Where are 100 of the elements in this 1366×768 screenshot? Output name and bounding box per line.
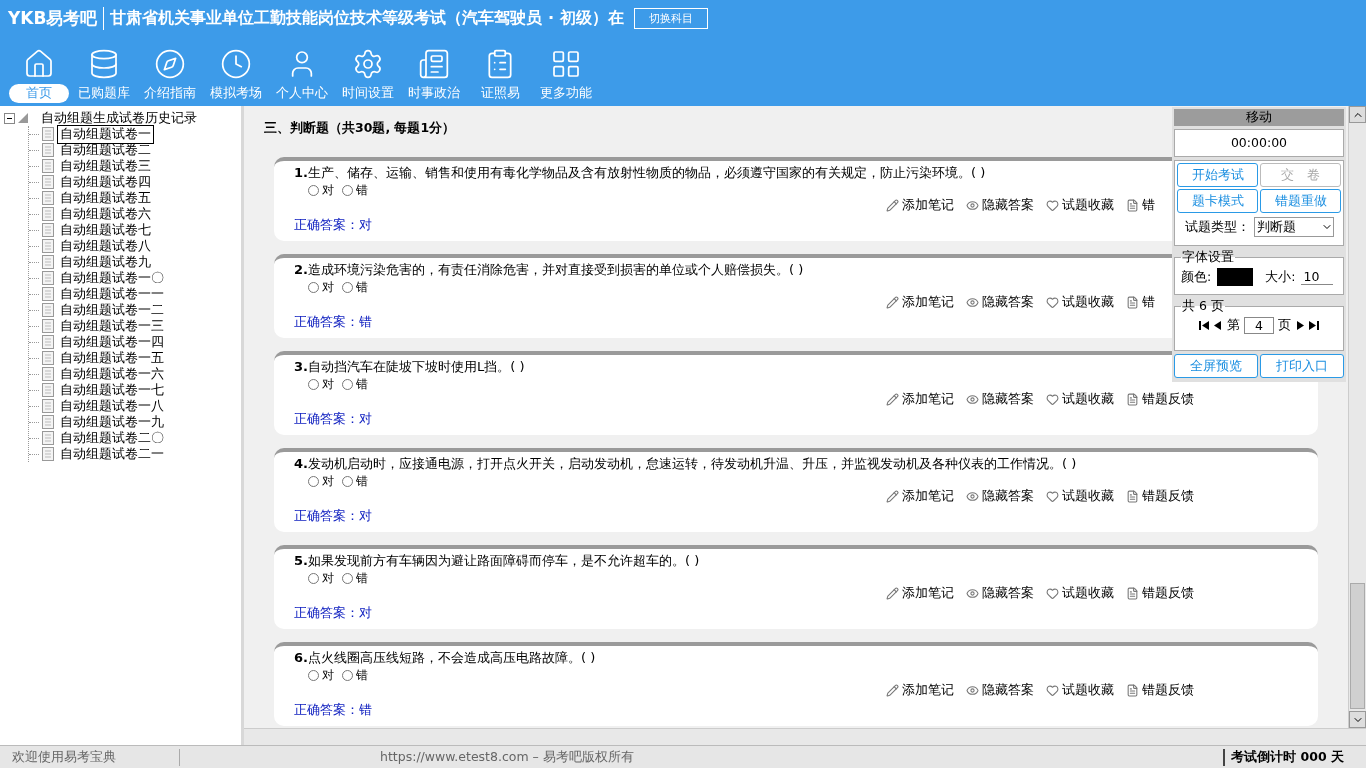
action-link[interactable]: 试题收藏 [1046, 391, 1114, 408]
document-icon [42, 271, 54, 285]
action-link[interactable]: 试题收藏 [1046, 294, 1114, 311]
action-link[interactable]: 隐藏答案 [966, 682, 1034, 699]
pencil-icon [886, 199, 899, 212]
option-label: 错 [356, 279, 368, 296]
document-icon [42, 159, 54, 173]
compass-icon [154, 48, 186, 80]
action-link[interactable]: 添加笔记 [886, 391, 954, 408]
action-link[interactable]: 隐藏答案 [966, 391, 1034, 408]
action-link[interactable]: 添加笔记 [886, 682, 954, 699]
action-link[interactable]: 添加笔记 [886, 585, 954, 602]
scroll-up-button[interactable] [1349, 106, 1366, 123]
group-title: 字体设置 [1181, 249, 1235, 266]
document-icon [42, 239, 54, 253]
collapse-toggle-icon[interactable] [4, 112, 15, 124]
pencil-icon [886, 490, 899, 503]
action-link[interactable]: 添加笔记 [886, 294, 954, 311]
panel-button[interactable]: 开始考试 [1177, 163, 1258, 187]
document-icon [1126, 587, 1139, 600]
pencil-icon [886, 587, 899, 600]
clock-icon [220, 48, 252, 80]
question-text: 1.生产、储存、运输、销售和使用有毒化学物品及含有放射性物质的物品，必须遵守国家的有关规定，防止污染环境。( ) [294, 164, 986, 182]
action-link[interactable]: 错题反馈 [1126, 391, 1194, 408]
first-page-icon[interactable] [1199, 321, 1209, 330]
radio-button[interactable] [342, 185, 353, 196]
radio-button[interactable] [308, 379, 319, 390]
radio-button[interactable] [308, 185, 319, 196]
action-link[interactable]: 错题反馈 [1126, 682, 1194, 699]
action-link[interactable]: 错题反馈 [1126, 488, 1194, 505]
previous-page-icon[interactable] [1213, 321, 1223, 330]
page-prefix: 第 [1227, 317, 1240, 334]
action-link[interactable]: 试题收藏 [1046, 585, 1114, 602]
option-label: 错 [356, 182, 368, 199]
action-link[interactable]: 隐藏答案 [966, 294, 1034, 311]
settings-icon [352, 48, 384, 80]
color-swatch[interactable] [1217, 268, 1254, 286]
radio-button[interactable] [342, 379, 353, 390]
document-icon [42, 303, 54, 317]
action-link[interactable]: 隐藏答案 [966, 585, 1034, 602]
type-dropdown[interactable]: 判断题 [1253, 217, 1334, 237]
horizontal-scrollbar[interactable] [244, 728, 1366, 745]
panel-button[interactable]: 全屏预览 [1174, 354, 1258, 378]
action-link[interactable]: 添加笔记 [886, 488, 954, 505]
next-page-icon[interactable] [1295, 321, 1305, 330]
pencil-icon [886, 684, 899, 697]
correct-answer: 正确答案：错 [294, 701, 372, 719]
action-link[interactable]: 隐藏答案 [966, 488, 1034, 505]
eye-icon [966, 393, 979, 406]
option-label: 错 [356, 376, 368, 393]
option-label: 对 [322, 279, 334, 296]
document-icon [1126, 296, 1139, 309]
radio-button[interactable] [308, 573, 319, 584]
heart-icon [1046, 587, 1059, 600]
eye-icon [966, 199, 979, 212]
document-icon [42, 367, 54, 381]
heart-icon [1046, 393, 1059, 406]
action-link[interactable]: 添加笔记 [886, 197, 954, 214]
action-link[interactable]: 试题收藏 [1046, 197, 1114, 214]
radio-button[interactable] [342, 476, 353, 487]
last-page-icon[interactable] [1309, 321, 1319, 330]
tree-root-label[interactable]: 自动组题生成试卷历史记录 [41, 109, 197, 127]
size-field[interactable]: 10 [1301, 269, 1334, 285]
action-link[interactable]: 错 [1126, 294, 1155, 311]
option-label: 对 [322, 667, 334, 684]
question-text: 6.点火线圈高压线短路，不会造成高压电路故障。( ) [294, 649, 596, 667]
radio-button[interactable] [342, 670, 353, 681]
tree-item[interactable]: 自动组题试卷一 [57, 124, 154, 144]
logo: YKB易考吧 [8, 6, 105, 30]
question-text: 4.发动机启动时，应接通电源，打开点火开关，启动发动机，怠速运转，待发动机升温、升压，并监视发动机及各种仪表的工作情况。( ) [294, 455, 1077, 473]
question-text: 3.自动挡汽车在陡坡下坡时使用L挡。( ) [294, 358, 525, 376]
radio-button[interactable] [308, 476, 319, 487]
option-label: 对 [322, 473, 334, 490]
scroll-thumb[interactable] [1350, 583, 1365, 709]
page-field[interactable]: 4 [1244, 317, 1274, 334]
action-link[interactable]: 试题收藏 [1046, 488, 1114, 505]
question-text: 5.如果发现前方有车辆因为避让路面障碍而停车，是不允许超车的。( ) [294, 552, 700, 570]
radio-button[interactable] [342, 573, 353, 584]
radio-button[interactable] [342, 282, 353, 293]
question-text: 2.造成环境污染危害的，有责任消除危害，并对直接受到损害的单位或个人赔偿损失。( ) [294, 261, 804, 279]
action-link[interactable]: 错题反馈 [1126, 585, 1194, 602]
panel-button[interactable]: 错题重做 [1260, 189, 1341, 213]
radio-button[interactable] [308, 670, 319, 681]
action-link[interactable]: 试题收藏 [1046, 682, 1114, 699]
document-icon [1126, 393, 1139, 406]
panel-button[interactable]: 题卡模式 [1177, 189, 1258, 213]
document-icon [42, 127, 54, 141]
scroll-down-button[interactable] [1349, 711, 1366, 728]
correct-answer: 正确答案：对 [294, 216, 372, 234]
document-icon [42, 255, 54, 269]
heart-icon [1046, 490, 1059, 503]
action-link[interactable]: 隐藏答案 [966, 197, 1034, 214]
panel-button[interactable]: 打印入口 [1260, 354, 1344, 378]
document-icon [42, 399, 54, 413]
radio-button[interactable] [308, 282, 319, 293]
correct-answer: 正确答案：对 [294, 507, 372, 525]
countdown-text: 考试倒计时 000 天 [1223, 748, 1366, 766]
color-label: 颜色: [1181, 268, 1212, 286]
option-label: 错 [356, 570, 368, 587]
action-link[interactable]: 错 [1126, 197, 1155, 214]
